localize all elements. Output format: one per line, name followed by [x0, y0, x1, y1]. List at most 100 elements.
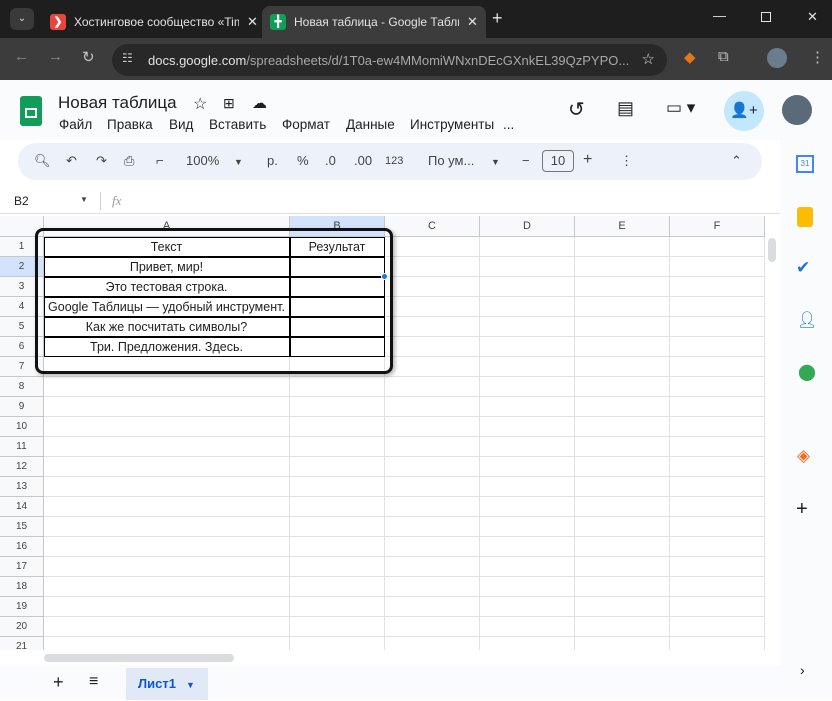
cell-F14[interactable] — [670, 497, 765, 517]
column-header-f[interactable]: F — [670, 216, 765, 237]
cell-F1[interactable] — [670, 237, 765, 257]
cell-A21[interactable] — [44, 637, 290, 650]
print-icon[interactable]: ⎙ — [124, 153, 134, 169]
cell-C14[interactable] — [385, 497, 480, 517]
cell-F17[interactable] — [670, 557, 765, 577]
menu-file[interactable]: Файл — [59, 117, 92, 132]
cell-D4[interactable] — [480, 297, 575, 317]
cell-B16[interactable] — [290, 537, 385, 557]
cell-D3[interactable] — [480, 277, 575, 297]
minimize-icon[interactable]: — — [713, 8, 726, 23]
cell-D18[interactable] — [480, 577, 575, 597]
decrease-font-size-icon[interactable]: − — [522, 153, 530, 168]
cell-F21[interactable] — [670, 637, 765, 650]
cell-F7[interactable] — [670, 357, 765, 377]
cell-E19[interactable] — [575, 597, 670, 617]
column-header-e[interactable]: E — [575, 216, 670, 237]
cell-C20[interactable] — [385, 617, 480, 637]
cell-F20[interactable] — [670, 617, 765, 637]
new-tab-icon[interactable]: + — [492, 8, 503, 29]
cell-C5[interactable] — [385, 317, 480, 337]
metamask-icon[interactable]: ◆ — [684, 48, 696, 66]
reload-icon[interactable]: ↻ — [82, 48, 95, 66]
tab-sheets[interactable]: ╋ Новая таблица - Google Таблицы ✕ — [262, 6, 486, 38]
row-header-21[interactable]: 21 — [0, 637, 44, 650]
cell-F16[interactable] — [670, 537, 765, 557]
cell-A16[interactable] — [44, 537, 290, 557]
cell-D15[interactable] — [480, 517, 575, 537]
cell-A9[interactable] — [44, 397, 290, 417]
cell-D14[interactable] — [480, 497, 575, 517]
menu-more[interactable]: ... — [503, 117, 514, 132]
contacts-icon[interactable]: 👤︎ — [797, 310, 817, 330]
tab-timeweb[interactable]: ❯ Хостинговое сообщество «Timeweb» ✕ — [42, 6, 266, 38]
url-field[interactable]: ☷ docs.google.com/spreadsheets/d/1T0a-ew… — [112, 44, 667, 76]
cell-E6[interactable] — [575, 337, 670, 357]
cell-C9[interactable] — [385, 397, 480, 417]
cell-A20[interactable] — [44, 617, 290, 637]
cell-D9[interactable] — [480, 397, 575, 417]
row-header-16[interactable]: 16 — [0, 537, 44, 557]
cell-E21[interactable] — [575, 637, 670, 650]
cell-A18[interactable] — [44, 577, 290, 597]
cell-F8[interactable] — [670, 377, 765, 397]
tab-search-button[interactable]: ⌄ — [10, 8, 34, 30]
cell-F10[interactable] — [670, 417, 765, 437]
cell-F5[interactable] — [670, 317, 765, 337]
cell-F11[interactable] — [670, 437, 765, 457]
cell-F12[interactable] — [670, 457, 765, 477]
share-button[interactable]: 👤+ — [724, 91, 764, 131]
cell-E10[interactable] — [575, 417, 670, 437]
cell-B8[interactable] — [290, 377, 385, 397]
row-header-15[interactable]: 15 — [0, 517, 44, 537]
cell-D12[interactable] — [480, 457, 575, 477]
cell-A13[interactable] — [44, 477, 290, 497]
star-icon[interactable]: ☆ — [193, 94, 207, 114]
menu-edit[interactable]: Правка — [107, 117, 153, 132]
cell-B9[interactable] — [290, 397, 385, 417]
cell-A17[interactable] — [44, 557, 290, 577]
menu-insert[interactable]: Вставить — [209, 117, 266, 132]
font-select[interactable]: По ум... — [428, 153, 474, 168]
cell-B12[interactable] — [290, 457, 385, 477]
cell-C1[interactable] — [385, 237, 480, 257]
get-addons-icon[interactable]: + — [796, 498, 808, 521]
profile-avatar[interactable] — [767, 48, 787, 68]
meet-icon[interactable]: ▭ ▾ — [666, 98, 695, 118]
cell-E17[interactable] — [575, 557, 670, 577]
cell-C21[interactable] — [385, 637, 480, 650]
font-size-input[interactable]: 10 — [542, 150, 574, 172]
cell-F15[interactable] — [670, 517, 765, 537]
cell-E2[interactable] — [575, 257, 670, 277]
row-header-19[interactable]: 19 — [0, 597, 44, 617]
cell-D10[interactable] — [480, 417, 575, 437]
column-header-d[interactable]: D — [480, 216, 575, 237]
cell-D17[interactable] — [480, 557, 575, 577]
cell-C10[interactable] — [385, 417, 480, 437]
cell-C3[interactable] — [385, 277, 480, 297]
cell-C12[interactable] — [385, 457, 480, 477]
cell-F6[interactable] — [670, 337, 765, 357]
cell-F4[interactable] — [670, 297, 765, 317]
cell-F9[interactable] — [670, 397, 765, 417]
cell-D21[interactable] — [480, 637, 575, 650]
cell-E4[interactable] — [575, 297, 670, 317]
cell-C11[interactable] — [385, 437, 480, 457]
tasks-icon[interactable]: ✔ — [796, 258, 810, 278]
cell-A11[interactable] — [44, 437, 290, 457]
calendar-icon[interactable]: 31 — [796, 155, 814, 173]
increase-font-size-icon[interactable]: + — [583, 151, 592, 169]
cell-A19[interactable] — [44, 597, 290, 617]
increase-decimal-button[interactable]: .00 — [354, 153, 372, 168]
cell-C15[interactable] — [385, 517, 480, 537]
extensions-icon[interactable]: ⧉ — [718, 48, 729, 65]
vertical-scrollbar[interactable] — [768, 238, 776, 262]
cell-A15[interactable] — [44, 517, 290, 537]
cell-B18[interactable] — [290, 577, 385, 597]
forward-icon[interactable]: → — [48, 48, 63, 65]
cell-B13[interactable] — [290, 477, 385, 497]
cell-C8[interactable] — [385, 377, 480, 397]
menu-tools[interactable]: Инструменты — [410, 117, 494, 132]
cell-E16[interactable] — [575, 537, 670, 557]
decrease-decimal-button[interactable]: .0 — [325, 153, 336, 168]
